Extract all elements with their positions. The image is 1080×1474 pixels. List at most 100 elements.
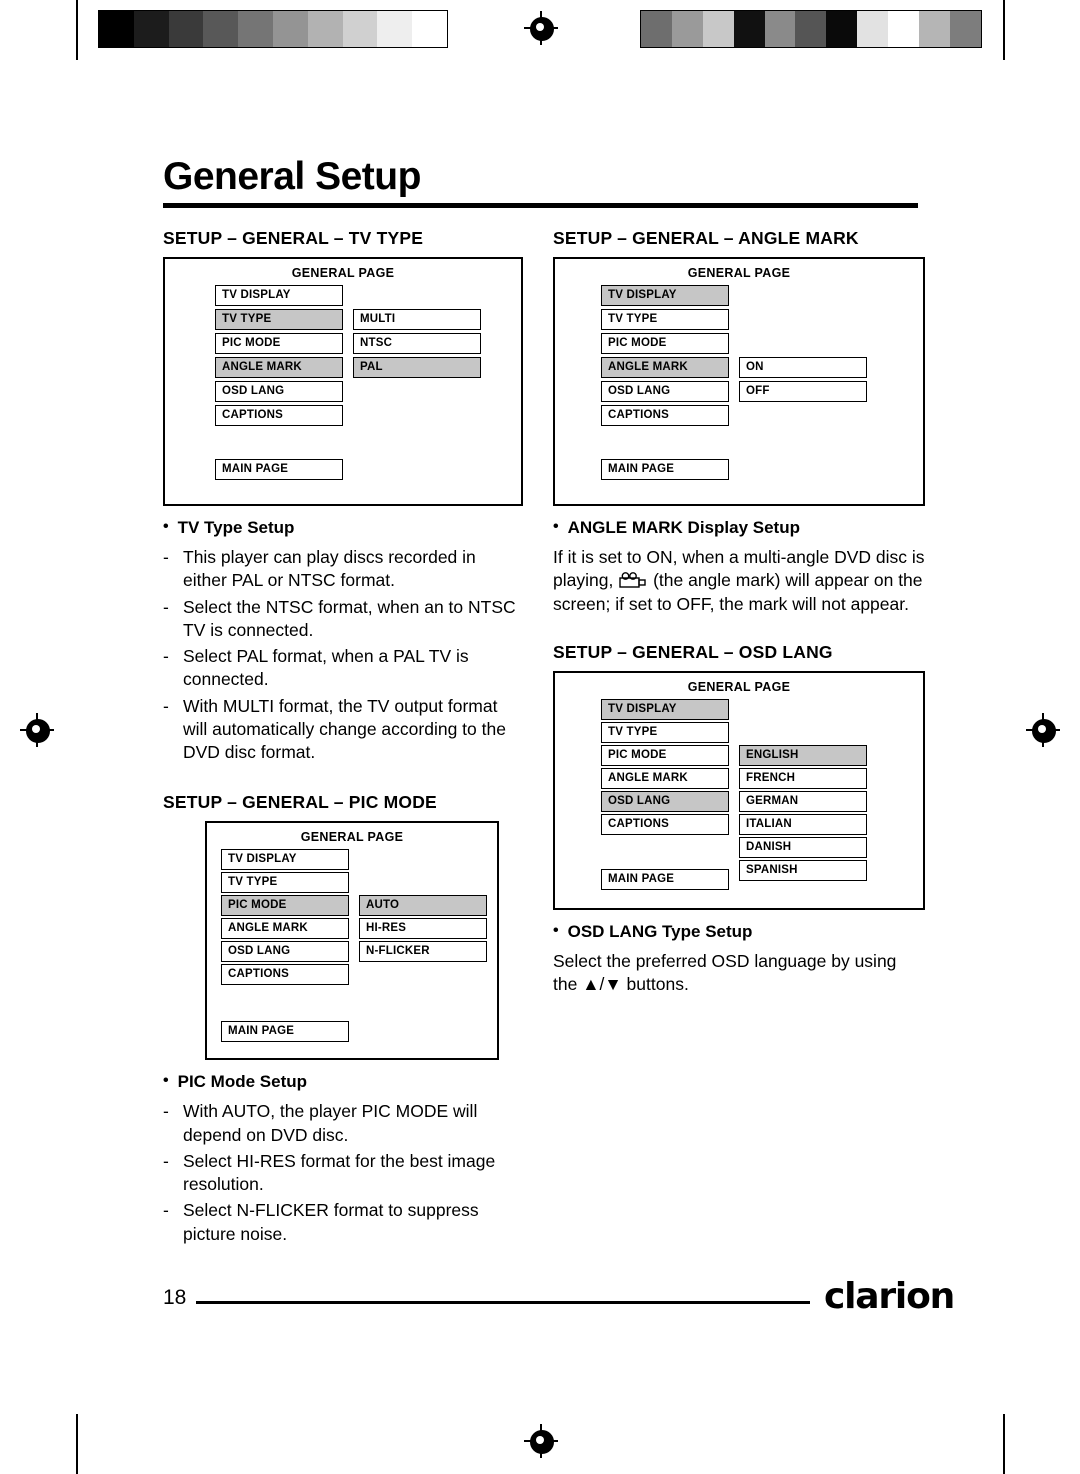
bullet-dot: • (163, 518, 169, 535)
dash-text: Select the NTSC format, when an to NTSC … (183, 596, 516, 640)
section-heading-osd-lang: SETUP – GENERAL – OSD LANG (553, 641, 833, 662)
osd-option-off[interactable]: OFF (739, 381, 867, 402)
bullet-dot: • (553, 921, 559, 939)
bullet-label: ANGLE MARK Display Setup (567, 518, 800, 537)
dash-item: - This player can play discs recorded in… (163, 546, 523, 593)
osd-item-pic-mode[interactable]: PIC MODE (215, 333, 343, 354)
bullet-osd-lang-setup: • OSD LANG Type Setup (553, 922, 925, 942)
bullet-label: PIC Mode Setup (177, 1072, 308, 1092)
osd-item-osd-lang[interactable]: OSD LANG (601, 381, 729, 402)
manual-page: General Setup SETUP – GENERAL – TV TYPE … (0, 0, 1080, 1474)
osd-option-ntsc[interactable]: NTSC (353, 333, 481, 354)
osd-title: GENERAL PAGE (687, 266, 791, 280)
osd-main-page-row: MAIN PAGE (207, 1021, 497, 1045)
osd-item-tv-type[interactable]: TV TYPE (221, 872, 349, 894)
osd-item-tv-display[interactable]: TV DISPLAY (221, 849, 349, 871)
bullet-angle-mark-setup: • ANGLE MARK Display Setup (553, 518, 925, 538)
osd-option-french[interactable]: FRENCH (739, 767, 867, 789)
dash-item: - With MULTI format, the TV output forma… (163, 695, 523, 765)
dash-marker: - (163, 1200, 169, 1221)
dash-marker: - (163, 596, 169, 617)
dash-marker: - (163, 547, 169, 567)
osd-option-danish[interactable]: DANISH (739, 836, 867, 858)
osd-title: GENERAL PAGE (291, 266, 395, 280)
dash-item: - With AUTO, the player PIC MODE will de… (163, 1100, 523, 1147)
dash-marker: - (163, 646, 169, 667)
osd-item-main-page[interactable]: MAIN PAGE (221, 1021, 349, 1043)
footer-divider (196, 1301, 810, 1304)
osd-item-pic-mode[interactable]: PIC MODE (601, 333, 729, 354)
osd-screen-angle-mark: GENERAL PAGE TV DISPLAY TV TYPE PIC MODE… (553, 257, 925, 506)
osd-item-tv-display[interactable]: TV DISPLAY (601, 698, 729, 720)
osd-item-tv-type[interactable]: TV TYPE (215, 309, 343, 330)
osd-item-osd-lang[interactable]: OSD LANG (601, 790, 729, 812)
angle-mark-body: If it is set to ON, when a multi-angle D… (553, 546, 925, 616)
osd-main-page-row: MAIN PAGE (165, 459, 521, 483)
osd-item-angle-mark[interactable]: ANGLE MARK (601, 357, 729, 378)
osd-item-angle-mark[interactable]: ANGLE MARK (221, 918, 349, 940)
brand-logo: clarion (824, 1276, 955, 1317)
osd-item-pic-mode[interactable]: PIC MODE (221, 895, 349, 917)
dash-text: With MULTI format, the TV output format … (183, 695, 506, 763)
osd-item-tv-type[interactable]: TV TYPE (601, 309, 729, 330)
page-title: General Setup (163, 155, 421, 198)
dash-marker: - (163, 1101, 169, 1122)
osd-item-osd-lang[interactable]: OSD LANG (221, 941, 349, 963)
osd-item-main-page[interactable]: MAIN PAGE (601, 459, 729, 480)
section-heading-tv-type: SETUP – GENERAL – TV TYPE (163, 228, 424, 248)
osd-option-german[interactable]: GERMAN (739, 790, 867, 812)
osd-item-captions[interactable]: CAPTIONS (215, 405, 343, 426)
section-heading-pic-mode: SETUP – GENERAL – PIC MODE (163, 792, 437, 813)
bullet-dot: • (163, 1072, 169, 1090)
dash-item: - Select N-FLICKER format to suppress pi… (163, 1199, 523, 1246)
bullet-label: TV Type Setup (177, 518, 295, 537)
osd-rows: TV DISPLAY TV TYPE PIC MODE ANGLE MARK O… (207, 849, 497, 997)
osd-item-main-page[interactable]: MAIN PAGE (215, 459, 343, 480)
osd-item-captions[interactable]: CAPTIONS (221, 964, 349, 986)
dash-text: Select PAL format, when a PAL TV is conn… (183, 646, 469, 690)
bullet-pic-mode-setup: • PIC Mode Setup (163, 1072, 523, 1092)
osd-rows: TV DISPLAY TV TYPE PIC MODE ANGLE MARK O… (165, 285, 521, 435)
section-heading-angle-mark: SETUP – GENERAL – ANGLE MARK (553, 228, 859, 248)
multi-angle-camera-icon (618, 572, 648, 589)
dash-item: - Select HI-RES format for the best imag… (163, 1150, 523, 1197)
osd-rows: TV DISPLAY TV TYPE PIC MODE ANGLE MARK O… (555, 698, 923, 881)
osd-option-multi[interactable]: MULTI (353, 309, 481, 330)
osd-lang-body: Select the preferred OSD language by usi… (553, 950, 897, 995)
osd-item-angle-mark[interactable]: ANGLE MARK (215, 357, 343, 378)
bullet-dot: • (553, 518, 559, 535)
osd-option-english[interactable]: ENGLISH (739, 744, 867, 766)
osd-option-italian[interactable]: ITALIAN (739, 813, 867, 835)
osd-option-on[interactable]: ON (739, 357, 867, 378)
osd-title: GENERAL PAGE (687, 679, 791, 694)
dash-marker: - (163, 695, 169, 716)
bullet-label: OSD LANG Type Setup (567, 921, 753, 941)
osd-option-pal[interactable]: PAL (353, 357, 481, 378)
osd-screen-tv-type: GENERAL PAGE TV DISPLAY TV TYPE PIC MODE… (163, 257, 523, 506)
osd-item-angle-mark[interactable]: ANGLE MARK (601, 767, 729, 789)
osd-title: GENERAL PAGE (300, 830, 404, 845)
osd-item-captions[interactable]: CAPTIONS (601, 405, 729, 426)
left-column: SETUP – GENERAL – TV TYPE GENERAL PAGE T… (163, 228, 523, 1249)
dash-text: Select N-FLICKER format to suppress pict… (183, 1200, 479, 1244)
osd-main-page-row: MAIN PAGE (555, 459, 923, 483)
osd-option-hi-res[interactable]: HI-RES (359, 918, 487, 940)
dash-item: - Select the NTSC format, when an to NTS… (163, 596, 523, 643)
osd-screen-pic-mode: GENERAL PAGE TV DISPLAY TV TYPE PIC MODE… (205, 821, 499, 1061)
dash-text: Select HI-RES format for the best image … (183, 1150, 496, 1195)
osd-item-tv-display[interactable]: TV DISPLAY (601, 285, 729, 306)
osd-item-pic-mode[interactable]: PIC MODE (601, 744, 729, 766)
osd-item-tv-display[interactable]: TV DISPLAY (215, 285, 343, 306)
osd-item-osd-lang[interactable]: OSD LANG (215, 381, 343, 402)
dash-text: With AUTO, the player PIC MODE will depe… (183, 1101, 478, 1145)
osd-main-page-row: MAIN PAGE (555, 868, 923, 893)
osd-item-captions[interactable]: CAPTIONS (601, 813, 729, 835)
osd-option-n-flicker[interactable]: N-FLICKER (359, 941, 487, 963)
osd-screen-osd-lang: GENERAL PAGE TV DISPLAY TV TYPE PIC MODE… (553, 670, 925, 910)
osd-item-tv-type[interactable]: TV TYPE (601, 721, 729, 743)
right-column: SETUP – GENERAL – ANGLE MARK GENERAL PAG… (553, 228, 925, 998)
osd-option-auto[interactable]: AUTO (359, 895, 487, 917)
osd-rows: TV DISPLAY TV TYPE PIC MODE ANGLE MARK O… (555, 285, 923, 435)
bullet-tv-type-setup: • TV Type Setup (163, 518, 523, 538)
osd-item-main-page[interactable]: MAIN PAGE (601, 868, 729, 890)
